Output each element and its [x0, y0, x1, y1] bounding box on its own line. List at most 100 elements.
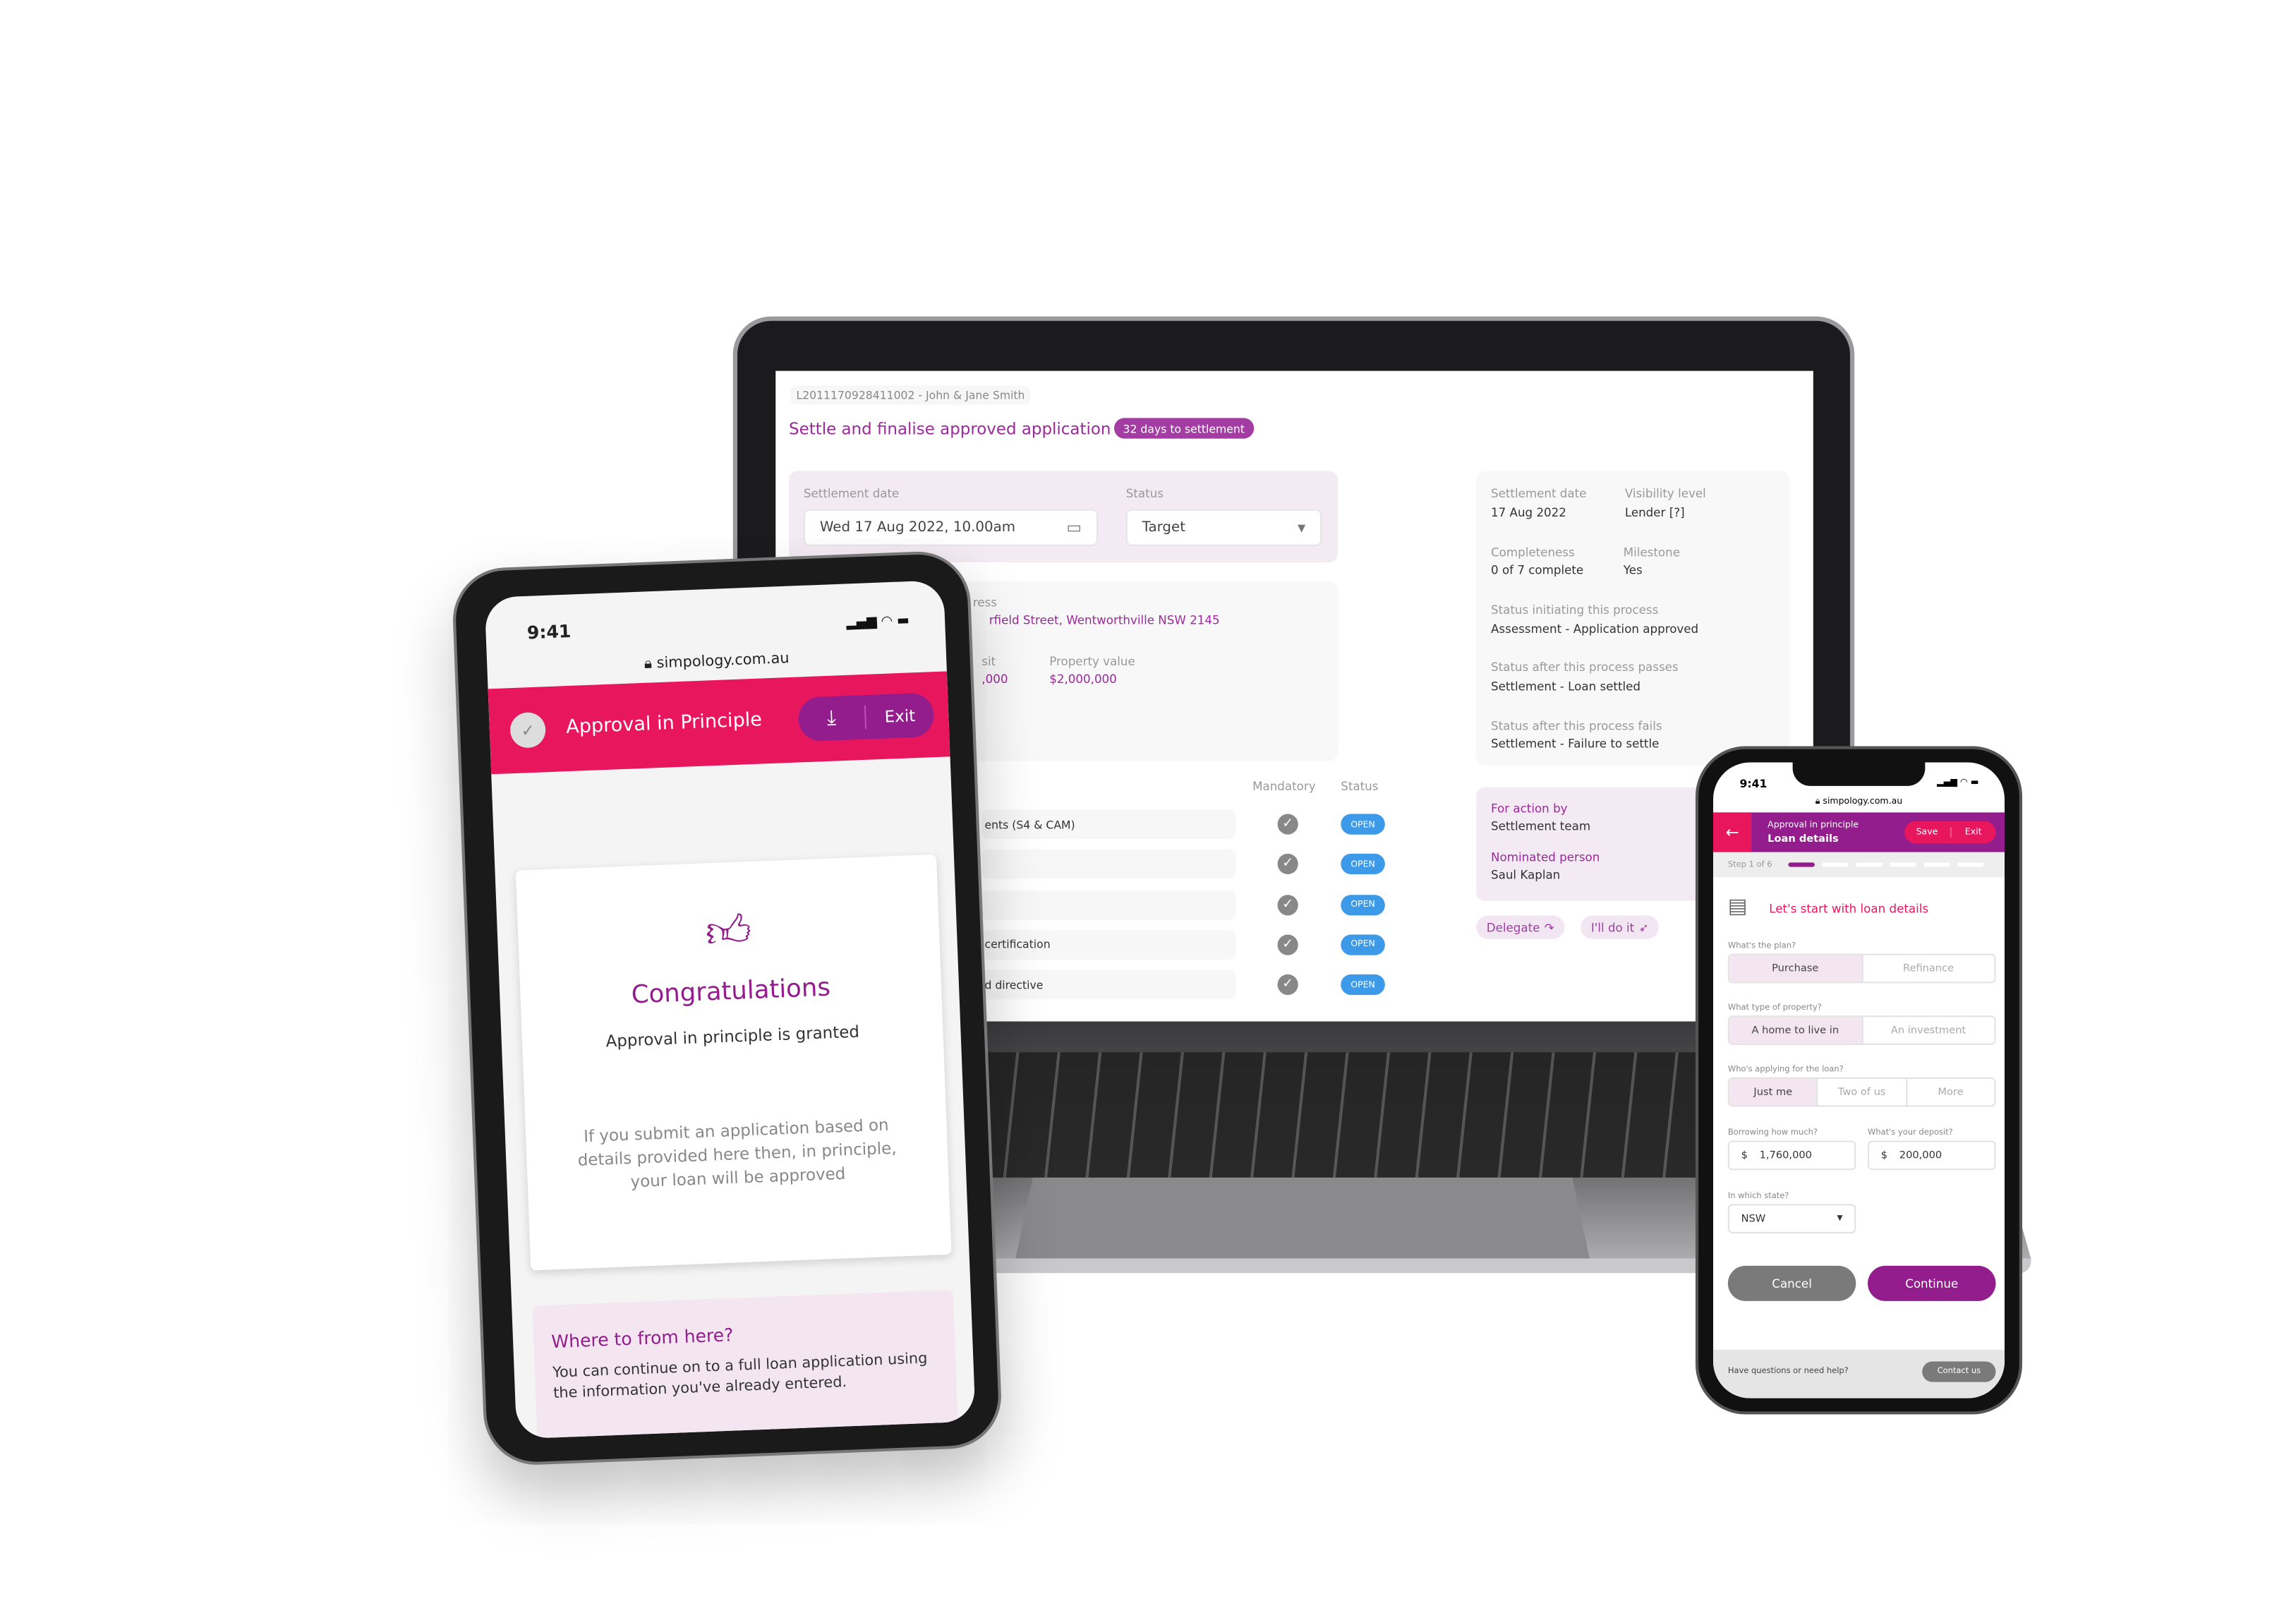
option-just-me[interactable]: Just me: [1729, 1078, 1818, 1106]
status-value: Target: [1142, 519, 1185, 536]
lock-icon: 🔒︎: [644, 656, 658, 673]
info-value: Assessment - Application approved: [1491, 622, 1699, 636]
clipboard-icon: ✓: [509, 711, 547, 749]
tablet-device: 9:41 ▂▄▆ ◠ ▬ 🔒︎ simpology.com.au ✓ Appro…: [451, 550, 1003, 1467]
granted-text: Approval in principle is granted: [605, 1022, 860, 1051]
next-steps-title: Where to from here?: [550, 1324, 734, 1353]
page-title: Settle and finalise approved application: [789, 419, 1111, 439]
info-value: Settlement - Failure to settle: [1491, 737, 1660, 751]
step-indicators: [1788, 862, 1984, 867]
option-investment[interactable]: An investment: [1863, 1017, 1995, 1044]
borrow-input[interactable]: $1,760,000: [1727, 1140, 1856, 1171]
settlement-date-input[interactable]: Wed 17 Aug 2022, 10.00am ▭: [803, 509, 1099, 546]
task-row[interactable]: [981, 890, 1237, 919]
status-header: Status: [1341, 780, 1379, 794]
option-refinance[interactable]: Refinance: [1863, 955, 1995, 982]
option-two-of-us[interactable]: Two of us: [1818, 1078, 1907, 1106]
step-indicator: [1890, 862, 1917, 867]
status-pill: OPEN: [1341, 894, 1385, 915]
task-row[interactable]: d directive: [981, 969, 1237, 1000]
contact-us-button[interactable]: Contact us: [1922, 1361, 1996, 1382]
download-icon[interactable]: ⤓: [797, 705, 867, 732]
cancel-button[interactable]: Cancel: [1727, 1265, 1856, 1301]
info-label: Status after this process fails: [1491, 720, 1662, 733]
step-progress: Step 1 of 6: [1712, 852, 2005, 878]
check-circle-icon: ✓: [1277, 934, 1298, 955]
info-label: Visibility level: [1624, 487, 1706, 501]
status-time: 9:41: [526, 621, 572, 644]
url-bar[interactable]: 🔒︎ simpology.com.au: [1713, 796, 2005, 808]
do-it-label: I'll do it: [1590, 920, 1635, 934]
exit-button[interactable]: Exit: [866, 705, 934, 727]
save-button[interactable]: Save: [1904, 827, 1951, 838]
help-footer: Have questions or need help? Contact us: [1712, 1349, 2005, 1398]
header-actions: ⤓ Exit: [797, 692, 935, 742]
info-label: Settlement date: [1491, 487, 1587, 501]
phone-notch: [1792, 762, 1926, 786]
step-indicator: [1822, 862, 1849, 867]
property-value: $2,000,000: [1049, 672, 1117, 687]
plan-selector: Purchase Refinance: [1727, 953, 1996, 984]
section-title: Let's start with loan details: [1769, 902, 1929, 916]
step-label: Step 1 of 6: [1727, 860, 1772, 869]
exit-button[interactable]: Exit: [1951, 827, 1996, 838]
info-value: 17 Aug 2022: [1491, 506, 1566, 520]
settlement-date-label: Settlement date: [803, 487, 900, 501]
next-steps-panel: Where to from here? You can continue on …: [532, 1289, 959, 1439]
phone-header: ← Approval in principle Loan details Sav…: [1712, 812, 2005, 852]
borrow-value: 1,760,000: [1759, 1149, 1812, 1161]
tablet-header: ✓ Approval in Principle ⤓ Exit: [488, 671, 950, 775]
task-row[interactable]: ents (S4 & CAM): [981, 809, 1237, 839]
status-pill: OPEN: [1341, 814, 1385, 835]
deposit-input[interactable]: $200,000: [1868, 1140, 1996, 1171]
property-value-label: Property value: [1049, 655, 1135, 668]
lock-icon: 🔒︎: [1815, 796, 1823, 807]
congrats-card: 👍︎ Congratulations Approval in principle…: [515, 854, 952, 1271]
continue-button[interactable]: Continue: [1868, 1265, 1996, 1301]
deposit-label: sit: [981, 655, 996, 668]
currency-symbol: $: [1741, 1149, 1748, 1161]
task-name: d directive: [984, 978, 1044, 992]
info-label: Status after this process passes: [1491, 660, 1679, 675]
step-indicator: [1788, 862, 1815, 867]
status-label: Status: [1125, 487, 1164, 501]
info-value: 0 of 7 complete: [1491, 563, 1584, 577]
mandatory-header: Mandatory: [1252, 780, 1316, 794]
task-row[interactable]: [981, 850, 1237, 879]
applicants-selector: Just me Two of us More: [1727, 1077, 1996, 1107]
check-circle-icon: ✓: [1277, 854, 1298, 875]
rocket-icon: ➶: [1638, 920, 1649, 934]
thumbs-up-icon: 👍︎: [704, 905, 753, 959]
url-text: simpology.com.au: [656, 651, 790, 672]
option-more[interactable]: More: [1907, 1079, 1995, 1106]
do-it-button[interactable]: I'll do it ➶: [1581, 915, 1660, 939]
delegate-button[interactable]: Delegate ↷: [1476, 915, 1565, 939]
url-text: simpology.com.au: [1823, 796, 1903, 807]
state-label: In which state?: [1727, 1192, 1789, 1202]
back-arrow-icon[interactable]: ←: [1712, 812, 1752, 852]
task-row[interactable]: certification: [981, 930, 1237, 960]
state-select[interactable]: NSW ▼: [1727, 1204, 1856, 1233]
check-circle-icon: ✓: [1277, 814, 1298, 835]
header-title: Loan details: [1768, 833, 1839, 845]
breadcrumb[interactable]: L2011170928411002 - John & Jane Smith: [790, 385, 1031, 405]
info-label: Milestone: [1623, 545, 1680, 560]
action-by-value: Settlement team: [1491, 819, 1591, 833]
delegate-label: Delegate: [1486, 920, 1540, 934]
settlement-date-value: Wed 17 Aug 2022, 10.00am: [819, 519, 1016, 536]
phone-device: 9:41 ▂▄▆ ◠ ▬ 🔒︎ simpology.com.au ← Appro…: [1695, 746, 2023, 1415]
option-purchase[interactable]: Purchase: [1729, 955, 1863, 982]
deposit-value: ,000: [981, 672, 1008, 687]
property-label: What type of property?: [1727, 1003, 1822, 1013]
calendar-icon[interactable]: ▭: [1066, 518, 1082, 537]
status-pill: OPEN: [1341, 854, 1385, 875]
help-text: Have questions or need help?: [1727, 1367, 1849, 1377]
days-badge: 32 days to settlement: [1114, 418, 1254, 439]
address-label: ress: [972, 596, 997, 610]
status-select[interactable]: Target ▼: [1125, 509, 1322, 546]
status-time: 9:41: [1739, 777, 1768, 791]
next-steps-body: You can continue on to a full loan appli…: [552, 1351, 928, 1403]
redo-arrow-icon: ↷: [1544, 920, 1554, 934]
action-by-label: For action by: [1491, 802, 1568, 816]
option-home[interactable]: A home to live in: [1729, 1017, 1863, 1044]
